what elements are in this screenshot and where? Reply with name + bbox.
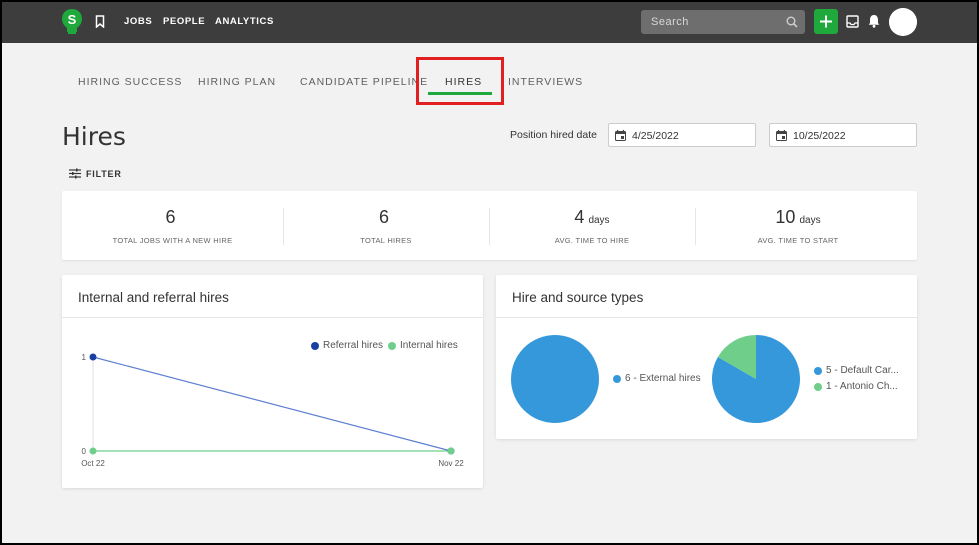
x-tick-label: Oct 22 bbox=[81, 459, 105, 468]
date-to-value: 10/25/2022 bbox=[793, 130, 846, 142]
stat-value: 4 bbox=[574, 207, 585, 227]
source-breakdown-pie bbox=[712, 335, 800, 423]
stat-avg-time-to-start: 10 days AVG. TIME TO START bbox=[695, 191, 901, 260]
stat-total-hires: 6 TOTAL HIRES bbox=[283, 191, 489, 260]
y-tick-label: 1 bbox=[82, 353, 87, 362]
user-avatar-icon bbox=[889, 8, 917, 36]
filter-sliders-icon bbox=[69, 168, 81, 179]
stat-label: TOTAL JOBS WITH A NEW HIRE bbox=[112, 236, 233, 245]
stat-label: TOTAL HIRES bbox=[360, 236, 412, 245]
stat-value: 6 bbox=[165, 207, 176, 227]
data-point[interactable] bbox=[89, 353, 97, 361]
chart-title: Hire and source types bbox=[512, 290, 644, 305]
bell-icon[interactable] bbox=[868, 14, 880, 28]
card-divider bbox=[496, 317, 917, 318]
tab-hiring-plan[interactable]: HIRING PLAN bbox=[198, 76, 276, 88]
highlight-box bbox=[416, 57, 504, 105]
legend-label: 5 - Default Car... bbox=[826, 365, 899, 376]
tab-candidate-pipeline[interactable]: CANDIDATE PIPELINE bbox=[300, 76, 428, 88]
pie-slice[interactable] bbox=[511, 335, 599, 423]
date-from-value: 4/25/2022 bbox=[632, 130, 679, 142]
tab-interviews[interactable]: INTERVIEWS bbox=[508, 76, 583, 88]
external-hires-pie bbox=[511, 335, 599, 423]
add-button[interactable] bbox=[814, 9, 838, 34]
bookmark-icon[interactable] bbox=[95, 15, 105, 28]
legend-dot bbox=[613, 374, 621, 383]
stat-value: 6 bbox=[378, 207, 389, 227]
tab-hiring-success[interactable]: HIRING SUCCESS bbox=[78, 76, 182, 88]
legend-label: 6 - External hires bbox=[625, 373, 701, 384]
legend-antonio[interactable]: 1 - Antonio Ch... bbox=[814, 381, 898, 392]
stat-avg-time-to-hire: 4 days AVG. TIME TO HIRE bbox=[489, 191, 695, 260]
legend-label: 1 - Antonio Ch... bbox=[826, 381, 898, 392]
page-title: Hires bbox=[62, 122, 126, 151]
calendar-icon bbox=[776, 130, 787, 141]
filter-label: FILTER bbox=[86, 168, 122, 179]
nav-link-jobs[interactable]: JOBS bbox=[124, 16, 152, 27]
nav-link-people[interactable]: PEOPLE bbox=[163, 16, 205, 27]
stat-unit: days bbox=[799, 215, 821, 226]
x-tick-label: Nov 22 bbox=[438, 459, 464, 468]
logo-icon[interactable]: S bbox=[61, 8, 83, 35]
date-to-field[interactable]: 10/25/2022 bbox=[769, 123, 917, 147]
search-icon[interactable] bbox=[786, 16, 798, 28]
search-box bbox=[641, 10, 805, 34]
legend-external-hires[interactable]: 6 - External hires bbox=[613, 373, 701, 384]
data-point[interactable] bbox=[89, 447, 97, 455]
hire-source-types-card: Hire and source types 6 - External hires… bbox=[496, 275, 917, 439]
plus-icon bbox=[820, 15, 832, 28]
avatar[interactable] bbox=[889, 8, 917, 36]
filter-button[interactable]: FILTER bbox=[69, 167, 122, 180]
calendar-icon bbox=[615, 130, 626, 141]
stat-label: AVG. TIME TO START bbox=[757, 236, 839, 245]
legend-default-career[interactable]: 5 - Default Car... bbox=[814, 365, 899, 376]
logo-letter: S bbox=[68, 12, 77, 27]
stat-total-jobs: 6 TOTAL JOBS WITH A NEW HIRE bbox=[62, 191, 283, 260]
legend-dot bbox=[814, 382, 822, 391]
date-from-field[interactable]: 4/25/2022 bbox=[608, 123, 756, 147]
stat-value: 10 bbox=[775, 207, 796, 227]
date-range-label: Position hired date bbox=[510, 129, 597, 141]
series-line bbox=[92, 356, 452, 452]
data-point[interactable] bbox=[447, 447, 455, 455]
search-input[interactable] bbox=[641, 10, 781, 34]
line-chart: 0 1 Oct 22 Nov 22 bbox=[81, 353, 464, 468]
y-tick-label: 0 bbox=[82, 447, 87, 456]
inbox-icon[interactable] bbox=[846, 15, 859, 28]
stats-card: 6 TOTAL JOBS WITH A NEW HIRE 6 TOTAL HIR… bbox=[62, 191, 917, 260]
stat-label: AVG. TIME TO HIRE bbox=[554, 236, 630, 245]
legend-dot bbox=[814, 366, 822, 375]
stat-unit: days bbox=[588, 215, 610, 226]
internal-referral-chart-card: Internal and referral hires Referral hir… bbox=[62, 275, 483, 488]
nav-link-analytics[interactable]: ANALYTICS bbox=[215, 16, 274, 27]
